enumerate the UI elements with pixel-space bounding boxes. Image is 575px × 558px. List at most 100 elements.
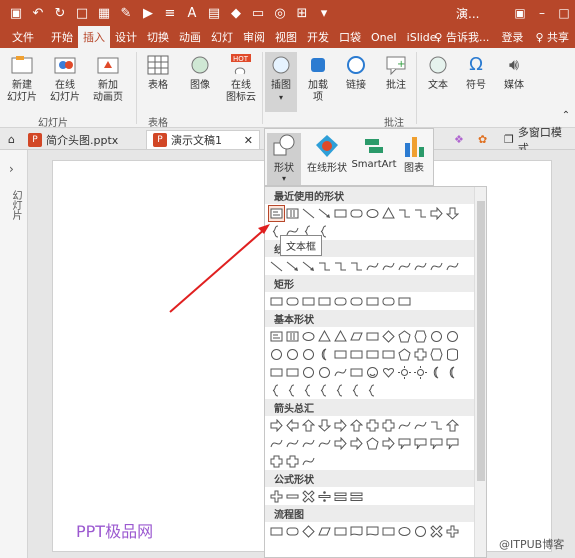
doc-tab-2[interactable]: P 演示文稿1 ✕ <box>146 130 260 149</box>
shape-rect-icon[interactable] <box>381 347 396 362</box>
shape-callout-icon[interactable] <box>413 436 428 451</box>
shape-oval-icon[interactable] <box>301 329 316 344</box>
shape-brace-icon[interactable] <box>285 383 300 398</box>
link-button[interactable]: 链接 <box>340 52 372 92</box>
grid-icon[interactable]: ▦ <box>94 2 114 24</box>
shape-circle-icon[interactable] <box>413 524 428 539</box>
shape-cyl-icon[interactable] <box>445 347 460 362</box>
shape-curve-icon[interactable] <box>365 259 380 274</box>
save-icon[interactable]: ▣ <box>6 2 26 24</box>
shape-curve-icon[interactable] <box>269 436 284 451</box>
shape-roundrect-icon[interactable] <box>349 294 364 309</box>
text-button[interactable]: 文本 <box>422 52 454 92</box>
shape-curve-icon[interactable] <box>397 259 412 274</box>
shape-curve-icon[interactable] <box>381 259 396 274</box>
shape-plus-icon[interactable] <box>269 489 284 504</box>
shape-cross-icon[interactable] <box>365 418 380 433</box>
shape-circle-icon[interactable] <box>269 347 284 362</box>
shapes-icon[interactable]: ◆ <box>226 2 246 24</box>
shape-rarrow-icon[interactable] <box>333 436 348 451</box>
shape-times-icon[interactable] <box>429 524 444 539</box>
shape-rect-icon[interactable] <box>301 294 316 309</box>
shape-circle-icon[interactable] <box>285 347 300 362</box>
shape-moon-icon[interactable] <box>429 365 444 380</box>
login-link[interactable]: 登录 <box>495 29 529 45</box>
tab-file[interactable]: 文件 <box>0 26 46 48</box>
new-slide-button[interactable]: 新建 幻灯片 <box>4 52 40 104</box>
shape-rarrow-icon[interactable] <box>333 418 348 433</box>
shape-para-icon[interactable] <box>317 524 332 539</box>
shape-arrowline-icon[interactable] <box>317 206 332 221</box>
online-icon-button[interactable]: HOT 在线 图标云 <box>222 52 260 104</box>
shape-circle-icon[interactable] <box>429 329 444 344</box>
shape-para-icon[interactable] <box>349 329 364 344</box>
shape-elbow-icon[interactable] <box>317 259 332 274</box>
shape-curve-icon[interactable] <box>413 259 428 274</box>
present-icon[interactable]: ▶ <box>138 2 158 24</box>
shape-elbow-icon[interactable] <box>333 259 348 274</box>
shape-rect-icon[interactable] <box>269 294 284 309</box>
shape-rect-icon[interactable] <box>333 206 348 221</box>
shape-roundrect-icon[interactable] <box>333 294 348 309</box>
gear-icon[interactable]: ✿ <box>472 130 493 149</box>
shape-curve-icon[interactable] <box>317 436 332 451</box>
shape-larrow-icon[interactable] <box>285 418 300 433</box>
shape-rect-icon[interactable] <box>381 524 396 539</box>
undo-icon[interactable]: ↶ <box>28 2 48 24</box>
shape-curve-icon[interactable] <box>285 436 300 451</box>
online-slide-button[interactable]: 在线 幻灯片 <box>46 52 84 104</box>
shape-curve-icon[interactable] <box>397 418 412 433</box>
chart-button[interactable]: 图表 <box>399 133 429 174</box>
shape-moon-icon[interactable] <box>445 365 460 380</box>
tell-me-search[interactable]: ♀ 告诉我... <box>428 29 495 45</box>
shape-circle-icon[interactable] <box>317 365 332 380</box>
tab-onei[interactable]: OneI <box>366 26 402 48</box>
shape-curve-icon[interactable] <box>333 365 348 380</box>
shape-elbow-icon[interactable] <box>349 259 364 274</box>
shape-rect-icon[interactable] <box>317 294 332 309</box>
shape-pent-icon[interactable] <box>397 347 412 362</box>
new-anim-page-button[interactable]: 新加 动画页 <box>88 52 128 104</box>
shape-curve-icon[interactable] <box>301 454 316 469</box>
shape-brace-icon[interactable] <box>269 383 284 398</box>
shape-minus-icon[interactable] <box>285 489 300 504</box>
shape-uarrow-icon[interactable] <box>445 418 460 433</box>
shape-tri-icon[interactable] <box>381 206 396 221</box>
zoom-icon[interactable]: ⊞ <box>292 2 312 24</box>
shape-rarrow-icon[interactable] <box>381 436 396 451</box>
shape-rect-icon[interactable] <box>285 365 300 380</box>
shape-rarrow-icon[interactable] <box>269 418 284 433</box>
shape-equal-icon[interactable] <box>349 489 364 504</box>
shape-elbow-icon[interactable] <box>397 206 412 221</box>
shape-moon-icon[interactable] <box>317 347 332 362</box>
align-icon[interactable]: ≡ <box>160 2 180 24</box>
tab-transitions[interactable]: 切换 <box>142 26 174 48</box>
shape-times-icon[interactable] <box>301 489 316 504</box>
minimize-icon[interactable]: – <box>531 0 553 26</box>
image-button[interactable]: 图像 <box>184 52 216 92</box>
comment-button[interactable]: + 批注 <box>380 52 412 92</box>
shape-brace-icon[interactable] <box>317 383 332 398</box>
shape-oval-icon[interactable] <box>397 524 412 539</box>
shape-rect-icon[interactable] <box>333 524 348 539</box>
shape-cross-icon[interactable] <box>285 454 300 469</box>
maximize-icon[interactable]: □ <box>553 0 575 26</box>
shape-vtext-icon[interactable] <box>285 206 300 221</box>
shape-cross-icon[interactable] <box>413 347 428 362</box>
shape-roundrect-icon[interactable] <box>381 294 396 309</box>
shape-elbow-icon[interactable] <box>429 418 444 433</box>
shape-elbow-icon[interactable] <box>413 206 428 221</box>
redo-icon[interactable]: ↻ <box>50 2 70 24</box>
shape-equal-icon[interactable] <box>333 489 348 504</box>
close-icon[interactable]: ✕ <box>244 134 253 147</box>
shape-brace-icon[interactable] <box>301 383 316 398</box>
shape-darrow-icon[interactable] <box>445 206 460 221</box>
shape-cross-icon[interactable] <box>381 418 396 433</box>
shape-rarrow-icon[interactable] <box>349 436 364 451</box>
doc-tab-1[interactable]: P 简介头图.pptx <box>22 130 124 149</box>
shape-curve-icon[interactable] <box>301 436 316 451</box>
shape-tri-icon[interactable] <box>317 329 332 344</box>
shape-brace-icon[interactable] <box>349 383 364 398</box>
shape-textbox-icon[interactable] <box>269 329 284 344</box>
shape-circle-icon[interactable] <box>301 365 316 380</box>
